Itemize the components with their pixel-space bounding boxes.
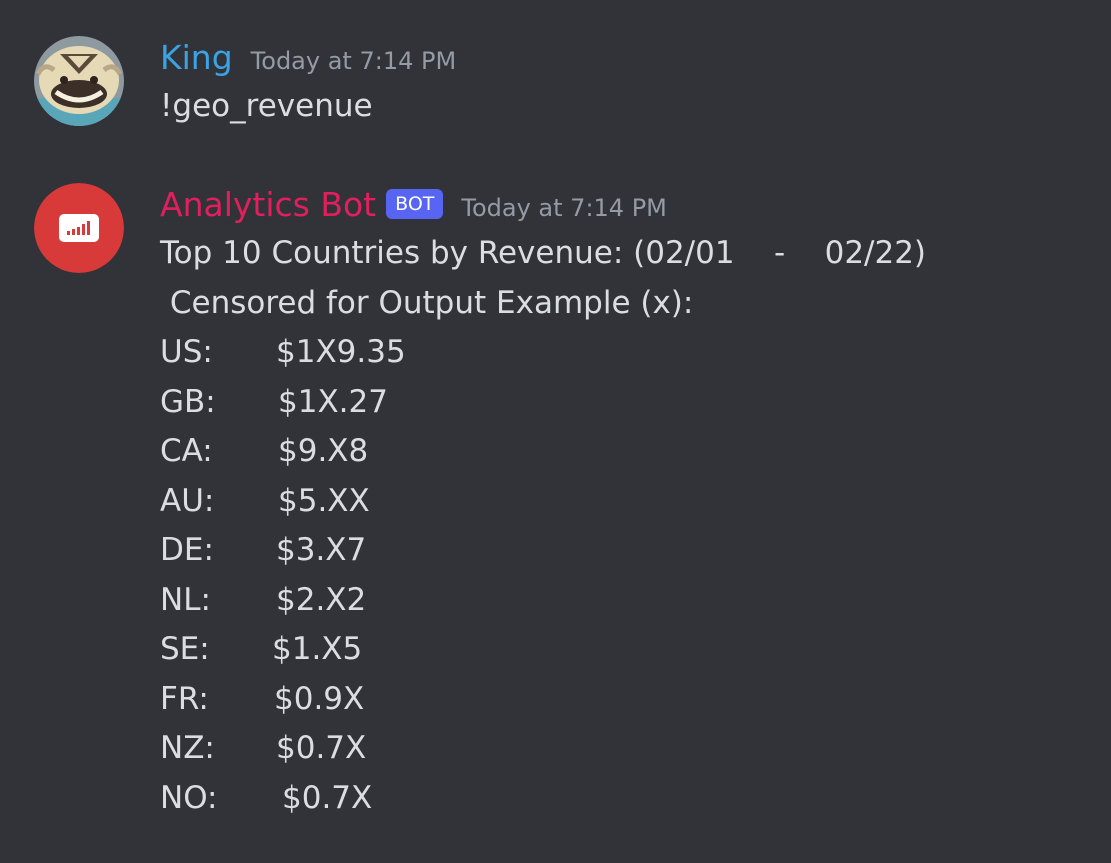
revenue-row: US: $1X9.35 bbox=[160, 328, 1091, 378]
revenue-row: NO: $0.7X bbox=[160, 774, 1091, 824]
revenue-row: AU: $5.XX bbox=[160, 477, 1091, 527]
report-title: Top 10 Countries by Revenue: (02/01 - 02… bbox=[160, 235, 927, 271]
country-code: US: bbox=[160, 334, 213, 370]
country-code: SE: bbox=[160, 631, 210, 667]
bot-username[interactable]: Analytics Bot bbox=[160, 183, 376, 227]
revenue-value: $1X.27 bbox=[278, 383, 388, 420]
timestamp: Today at 7:14 PM bbox=[461, 194, 667, 222]
message-text: !geo_revenue bbox=[160, 88, 373, 124]
revenue-row: NZ: $0.7X bbox=[160, 724, 1091, 774]
revenue-value: $0.9X bbox=[274, 680, 365, 717]
username[interactable]: King bbox=[160, 36, 233, 80]
revenue-row: FR: $0.9X bbox=[160, 675, 1091, 725]
country-code: NZ: bbox=[160, 730, 215, 766]
timestamp: Today at 7:14 PM bbox=[250, 47, 457, 75]
country-code: GB: bbox=[160, 383, 216, 420]
country-code: NO: bbox=[160, 779, 218, 816]
revenue-value: $1.X5 bbox=[272, 631, 363, 667]
revenue-row: SE: $1.X5 bbox=[160, 625, 1091, 675]
user-avatar[interactable] bbox=[34, 36, 124, 126]
revenue-value: $3.X7 bbox=[276, 532, 367, 568]
bot-avatar[interactable] bbox=[34, 183, 124, 273]
revenue-row: GB: $1X.27 bbox=[160, 378, 1091, 428]
bison-avatar-icon bbox=[34, 36, 124, 126]
country-code: DE: bbox=[160, 532, 214, 568]
revenue-value: $0.7X bbox=[276, 730, 367, 766]
country-code: FR: bbox=[160, 680, 209, 717]
country-code: NL: bbox=[160, 581, 211, 618]
revenue-row: DE: $3.X7 bbox=[160, 526, 1091, 576]
country-code: AU: bbox=[160, 482, 215, 519]
report-subtitle: Censored for Output Example (x): bbox=[160, 284, 694, 321]
country-code: CA: bbox=[160, 433, 213, 469]
revenue-value: $1X9.35 bbox=[276, 334, 406, 370]
revenue-value: $2.X2 bbox=[276, 581, 367, 618]
revenue-value: $0.7X bbox=[282, 779, 373, 816]
revenue-row: NL: $2.X2 bbox=[160, 576, 1091, 626]
revenue-row: CA: $9.X8 bbox=[160, 427, 1091, 477]
revenue-value: $9.X8 bbox=[278, 433, 369, 469]
bot-badge: BOT bbox=[386, 189, 444, 219]
revenue-value: $5.XX bbox=[278, 482, 370, 519]
chart-bars-icon bbox=[34, 183, 124, 273]
